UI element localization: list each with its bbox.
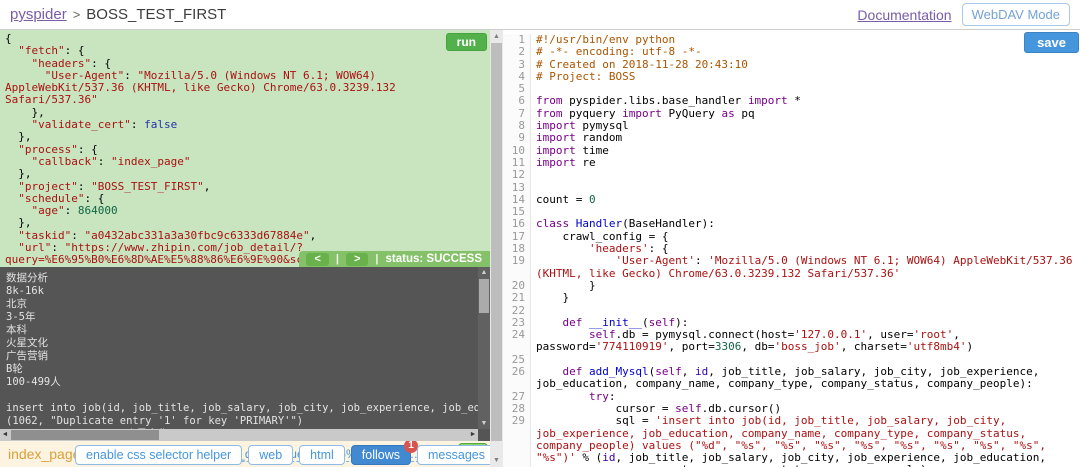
line-number: 24 — [503, 329, 531, 354]
pyspider-debugger: pyspider > BOSS_TEST_FIRST Documentation W… — [0, 0, 1080, 467]
line-number: 1 — [503, 33, 531, 47]
editor-line: 14 count = 0 — [503, 193, 1080, 207]
json-line: "callback": "index_page" — [31, 154, 191, 168]
main-split: run { "fetch": { "headers": { "User-Agen… — [0, 30, 1080, 467]
status-divider: | — [375, 253, 379, 265]
script-editor-pane: save 1 #!/usr/bin/env python 2 # -*- encodi… — [503, 30, 1080, 467]
task-json-panel: run { "fetch": { "headers": { "User-Agen… — [0, 30, 490, 267]
breadcrumb-app-link[interactable]: pyspider — [10, 6, 67, 23]
editor-line: 26 def add_Mysql(self, id, job_title, jo… — [503, 365, 1080, 391]
scroll-right-icon[interactable]: ► — [468, 429, 478, 441]
scroll-up-icon[interactable]: ▲ — [478, 269, 490, 276]
line-number: 21 — [503, 291, 531, 305]
line-number: 4 — [503, 70, 531, 84]
console-line: 本科 — [6, 324, 27, 336]
tab-follows[interactable]: follows 1 — [350, 441, 419, 465]
run-button[interactable]: run — [445, 33, 487, 51]
line-number: 16 — [503, 218, 531, 231]
console-line: 8k-16k — [6, 285, 44, 297]
scrollbar-thumb[interactable] — [11, 430, 159, 440]
prev-task-button[interactable]: < — [306, 252, 329, 266]
console-output-panel: 数据分析 8k-16k 北京 3-5年 本科 火星文化 广告营销 B轮 100-499人 ins… — [0, 267, 490, 441]
json-line: "validate_cert": false — [31, 118, 178, 132]
console-line: B轮 — [6, 363, 23, 375]
console-line: insert into job(id, job_title, job_salar… — [6, 402, 478, 414]
line-number: 26 — [503, 365, 531, 391]
editor-line: 19 'User-Agent': 'Mozilla/5.0 (Windows N… — [503, 255, 1080, 280]
line-number: 9 — [503, 132, 531, 145]
top-bar-actions: Documentation WebDAV Mode — [857, 3, 1070, 26]
editor-line: 21 } — [503, 291, 1080, 305]
scroll-up-icon[interactable]: ▲ — [490, 33, 503, 40]
breadcrumb-separator: > — [72, 7, 81, 22]
console-output-text: 数据分析 8k-16k 北京 3-5年 本科 火星文化 广告营销 B轮 100-499人 ins… — [0, 267, 478, 429]
breadcrumb-project: BOSS_TEST_FIRST — [86, 6, 227, 23]
line-number: 19 — [503, 255, 531, 280]
scroll-down-icon[interactable]: ▼ — [490, 457, 503, 464]
tab-messages[interactable]: messages — [417, 445, 490, 465]
editor-line: 29 sql = 'insert into job(id, job_title,… — [503, 415, 1080, 467]
tab-web[interactable]: web — [248, 445, 294, 465]
scrollbar-thumb[interactable] — [491, 43, 502, 441]
follows-count-badge: 1 — [404, 441, 419, 453]
console-line: 北京 — [6, 298, 27, 310]
debug-left-pane: run { "fetch": { "headers": { "User-Agen… — [0, 30, 490, 467]
line-number: 12 — [503, 168, 531, 182]
line-number: 29 — [503, 415, 531, 467]
editor-line: 20 } — [503, 279, 1080, 293]
task-status-bar: < | > | status: SUCCESS — [299, 251, 490, 267]
follow-task-row: index_page > https://www.zhipin.com/job_… — [0, 441, 490, 467]
code-editor[interactable]: 1 #!/usr/bin/env python 2 # -*- encoding: u… — [503, 30, 1080, 467]
line-number: 7 — [503, 107, 531, 121]
top-bar: pyspider > BOSS_TEST_FIRST Documentation W… — [0, 0, 1080, 30]
line-number: 2 — [503, 45, 531, 59]
next-task-button[interactable]: > — [345, 252, 369, 266]
editor-line: 12 — [503, 168, 1080, 182]
line-number: 3 — [503, 58, 531, 71]
scroll-down-icon[interactable]: ▼ — [478, 420, 490, 427]
console-vertical-scrollbar[interactable]: ▲ ▼ — [478, 267, 490, 429]
breadcrumb: pyspider > BOSS_TEST_FIRST — [10, 6, 226, 23]
line-number: 5 — [503, 82, 531, 96]
save-button[interactable]: save — [1024, 32, 1079, 53]
console-horizontal-scrollbar[interactable]: ◄ ► — [0, 429, 478, 441]
editor-line: 4 # Project: BOSS — [503, 70, 1080, 84]
console-line: 3-5年 — [6, 311, 36, 323]
tab-html[interactable]: html — [299, 445, 345, 465]
scrollbar-thumb[interactable] — [479, 279, 489, 313]
line-number: 6 — [503, 95, 531, 108]
documentation-link[interactable]: Documentation — [857, 7, 951, 23]
css-selector-helper-button[interactable]: enable css selector helper — [75, 445, 243, 465]
json-line: "age": 864000 — [31, 204, 118, 218]
line-number: 8 — [503, 119, 531, 133]
editor-line: 11 import re — [503, 156, 1080, 170]
follow-task-callback: index_page — [8, 446, 81, 462]
scroll-left-icon[interactable]: ◄ — [0, 429, 10, 441]
debug-tab-bar: enable css selector helper web html foll… — [75, 441, 490, 465]
console-line: 广告营销 — [6, 350, 48, 362]
console-line: 数据分析 — [6, 272, 48, 284]
console-line: (1062, "Duplicate entry '1' for key 'PRI… — [6, 415, 304, 427]
tab-follows-label: follows — [361, 448, 401, 462]
line-number: 13 — [503, 181, 531, 194]
status-divider: | — [335, 253, 339, 265]
console-line: 火星文化 — [6, 337, 48, 349]
task-json-editor[interactable]: { "fetch": { "headers": { "User-Agent": … — [0, 30, 490, 267]
webdav-mode-button[interactable]: WebDAV Mode — [961, 3, 1070, 26]
editor-line: 24 self.db = pymysql.connect(host='127.0… — [503, 328, 1080, 354]
line-number: 22 — [503, 304, 531, 317]
console-line: 100-499人 — [6, 376, 61, 388]
editor-vertical-scrollbar[interactable]: ▲ ▼ — [490, 30, 503, 467]
status-label: status: SUCCESS — [385, 253, 483, 265]
json-line: "User-Agent": "Mozilla/5.0 (Windows NT 6… — [5, 68, 403, 107]
